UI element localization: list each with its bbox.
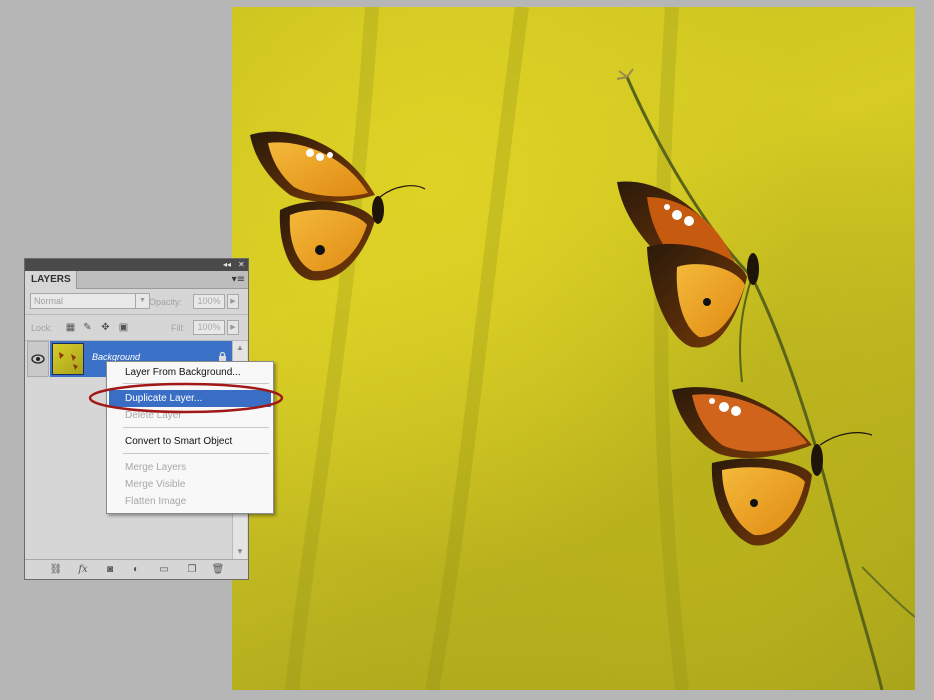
lock-brush-icon[interactable]: ✎ [81,321,94,334]
butterfly-1 [250,131,426,281]
menu-item-layer-from-background[interactable]: Layer From Background... [109,364,271,381]
visibility-toggle[interactable] [27,341,49,377]
lock-transparent-icon[interactable]: ▦ [64,321,77,334]
adjustment-layer-icon[interactable]: ◐ [129,563,143,576]
link-layers-icon[interactable]: ⛓ [47,563,65,576]
blend-mode-select[interactable]: Normal ▼ [30,293,150,309]
opacity-label: Opacity: [149,297,183,307]
tab-layers[interactable]: LAYERS [25,271,77,289]
menu-item-flatten-image[interactable]: Flatten Image [109,493,271,510]
document-canvas[interactable] [232,7,915,690]
menu-item-merge-layers[interactable]: Merge Layers [109,459,271,476]
menu-item-delete-layer[interactable]: Delete Layer [109,407,271,424]
opacity-field[interactable]: 100% [193,294,225,309]
layer-thumbnail [52,343,84,375]
menu-item-duplicate-layer[interactable]: Duplicate Layer... [109,390,271,407]
chevron-down-icon: ▼ [135,294,149,308]
lock-label: Lock: [31,323,53,333]
menu-separator [123,427,269,428]
panel-menu-icon[interactable]: ▾≡ [232,274,245,286]
fill-field[interactable]: 100% [193,320,225,335]
lock-move-icon[interactable]: ✥ [99,321,112,334]
close-icon[interactable]: ✕ [238,260,245,270]
blend-opacity-row: Normal ▼ Opacity: 100% ▶ [25,289,248,315]
menu-item-convert-smart-object[interactable]: Convert to Smart Object [109,433,271,450]
opacity-arrow-icon[interactable]: ▶ [227,294,239,309]
lock-all-icon[interactable]: ▣ [117,321,130,334]
new-group-icon[interactable]: ▭ [157,563,171,576]
butterfly-3 [672,387,873,546]
scroll-up-icon[interactable]: ▲ [233,341,247,355]
scroll-down-icon[interactable]: ▼ [233,545,247,559]
eye-icon [31,354,45,364]
layers-bottom-toolbar: ⛓ fx ◙ ◐ ▭ ❐ 🗑 [25,559,248,579]
new-layer-icon[interactable]: ❐ [185,563,199,576]
layer-context-menu: Layer From Background... Duplicate Layer… [106,361,274,514]
trash-icon[interactable]: 🗑 [211,563,225,576]
menu-item-merge-visible[interactable]: Merge Visible [109,476,271,493]
collapse-icon[interactable]: ◂◂ [223,260,231,270]
fx-icon[interactable]: fx [75,563,91,576]
lock-fill-row: Lock: ▦ ✎ ✥ ▣ Fill: 100% ▶ [25,315,248,341]
menu-separator [123,383,269,384]
fill-label: Fill: [171,323,185,333]
blend-mode-value: Normal [34,296,64,306]
butterfly-2 [617,181,759,348]
panel-tab-row: LAYERS ▾≡ [25,271,248,289]
panel-titlebar[interactable]: ◂◂ ✕ [25,259,248,271]
fill-arrow-icon[interactable]: ▶ [227,320,239,335]
butterfly-photo [250,7,915,690]
layer-mask-icon[interactable]: ◙ [103,563,117,576]
menu-separator [123,453,269,454]
